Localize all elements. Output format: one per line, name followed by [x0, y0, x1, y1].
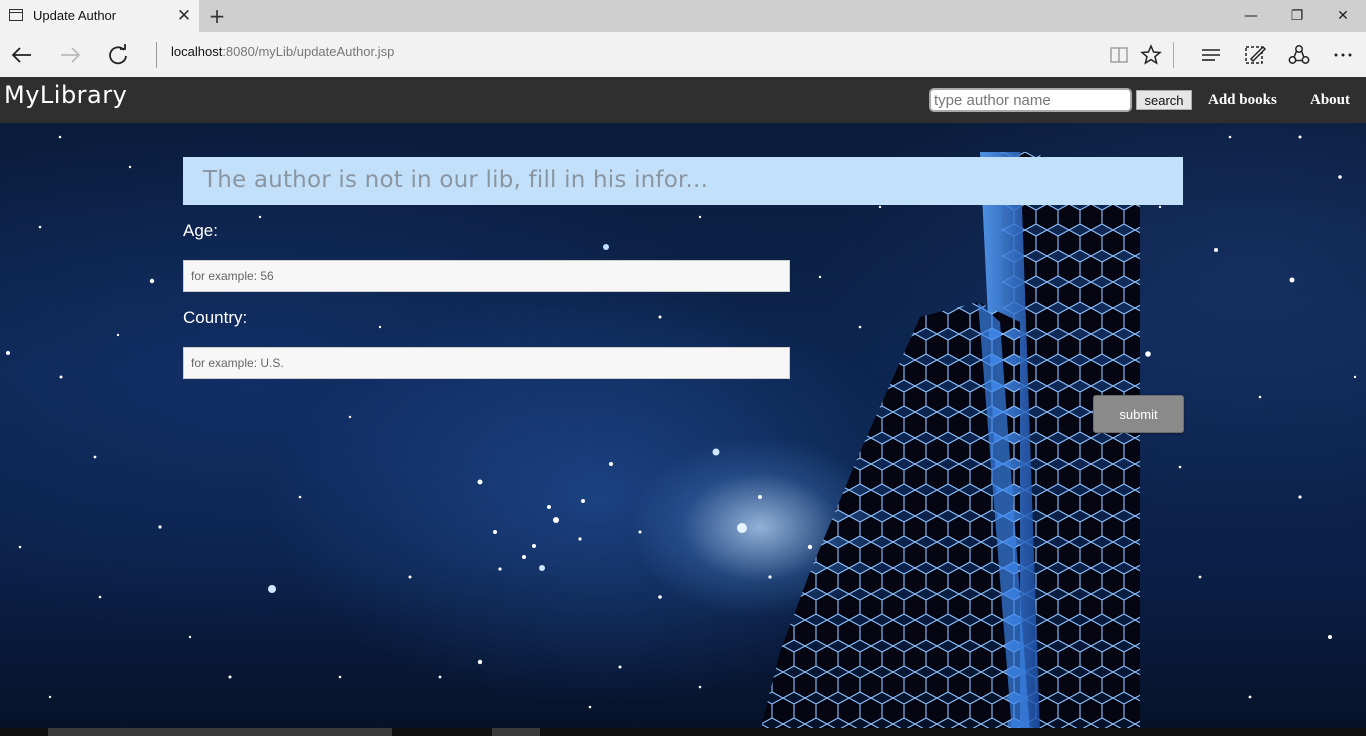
address-bar: localhost:8080/myLib/updateAuthor.jsp [0, 32, 1366, 77]
refresh-icon[interactable] [103, 40, 133, 70]
hub-icon[interactable] [1196, 40, 1226, 70]
url-path: :8080/myLib/updateAuthor.jsp [222, 44, 395, 59]
nav-add-books[interactable]: Add books [1208, 92, 1277, 109]
info-banner: The author is not in our lib, fill in hi… [183, 157, 1183, 205]
search-button[interactable]: search [1136, 90, 1192, 110]
page-icon [9, 9, 23, 21]
nav-about[interactable]: About [1310, 92, 1350, 109]
back-arrow-icon[interactable] [7, 40, 37, 70]
age-input[interactable] [183, 260, 790, 292]
submit-button[interactable]: submit [1093, 395, 1184, 433]
forward-arrow-icon[interactable] [55, 40, 85, 70]
site-logo[interactable]: MyLibrary [4, 81, 127, 109]
reading-view-icon[interactable] [1104, 40, 1134, 70]
address-separator [156, 42, 157, 68]
country-label: Country: [183, 308, 248, 327]
banner-text: The author is not in our lib, fill in hi… [203, 167, 709, 193]
more-icon[interactable] [1328, 40, 1358, 70]
browser-tab-bar: Update Author ✕ + — ❐ ✕ [0, 0, 1366, 32]
close-tab-icon[interactable]: ✕ [174, 6, 194, 26]
taskbar-item[interactable] [492, 728, 540, 736]
tab-title: Update Author [33, 8, 117, 23]
country-input[interactable] [183, 347, 790, 379]
taskbar-item[interactable] [48, 728, 392, 736]
url-host: localhost [171, 44, 223, 59]
new-tab-button[interactable]: + [205, 4, 229, 28]
site-header: MyLibrary search Add books About [0, 77, 1366, 123]
author-search-input[interactable] [929, 88, 1132, 112]
page-background: MyLibrary search Add books About The aut… [0, 77, 1366, 728]
browser-tab[interactable]: Update Author ✕ [0, 0, 199, 32]
star-icon[interactable] [1136, 40, 1166, 70]
share-icon[interactable] [1284, 40, 1314, 70]
close-window-button[interactable]: ✕ [1328, 4, 1358, 28]
toolbar-separator [1173, 42, 1174, 68]
url-field[interactable]: localhost:8080/myLib/updateAuthor.jsp [171, 44, 394, 59]
building-illustration [761, 152, 1140, 728]
restore-button[interactable]: ❐ [1282, 4, 1312, 28]
taskbar [0, 728, 1366, 736]
minimize-button[interactable]: — [1236, 4, 1266, 28]
web-note-icon[interactable] [1240, 40, 1270, 70]
age-label: Age: [183, 221, 218, 240]
